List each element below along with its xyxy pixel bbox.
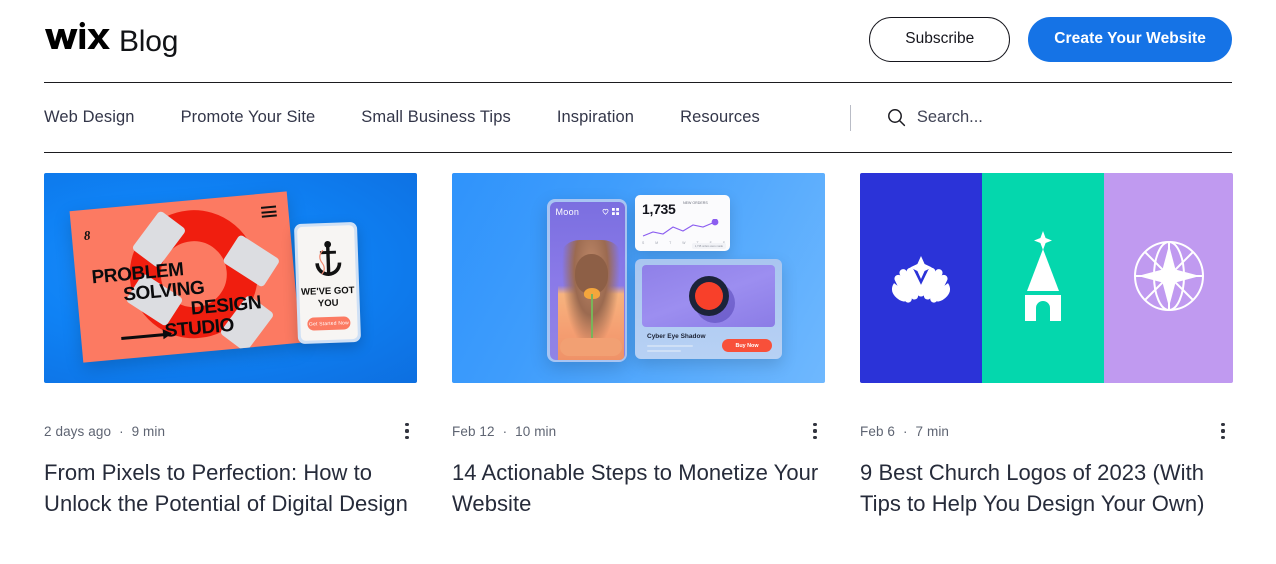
post-title[interactable]: 14 Actionable Steps to Monetize Your Web… bbox=[452, 457, 825, 519]
post-grid: 8 PROBLEM SOLVING DESIGN STUDIO WE'VE GO… bbox=[44, 173, 1233, 519]
more-options-icon[interactable] bbox=[805, 421, 825, 441]
nav-divider-bottom bbox=[44, 152, 1232, 153]
more-options-icon[interactable] bbox=[1213, 421, 1233, 441]
logo-panel-blue bbox=[860, 173, 982, 383]
post-read-time: 10 min bbox=[515, 423, 557, 439]
post-card: Feb 6 · 7 min 9 Best Church Logos of 202… bbox=[860, 173, 1233, 519]
buy-now-button: Buy Now bbox=[722, 339, 772, 352]
nav-item-web-design[interactable]: Web Design bbox=[44, 108, 135, 127]
anchor-icon bbox=[309, 235, 347, 285]
post-date: Feb 12 bbox=[452, 423, 495, 439]
product-card: Cyber Eye Shadow Buy Now bbox=[635, 259, 782, 359]
post-meta-left: Feb 12 · 10 min bbox=[452, 424, 556, 439]
brand-title: Blog bbox=[119, 25, 179, 58]
logo-panel-teal bbox=[982, 173, 1104, 383]
blog-page: Blog Subscribe Create Your Website Web D… bbox=[0, 0, 1276, 564]
header-actions: Subscribe Create Your Website bbox=[869, 16, 1232, 62]
brand-logo-group[interactable]: Blog bbox=[44, 21, 178, 57]
post-cover-image[interactable]: 8 PROBLEM SOLVING DESIGN STUDIO WE'VE GO… bbox=[44, 173, 417, 383]
post-card: Moon 1,735 NEW ORDERS S M T W 1,735 orde… bbox=[452, 173, 825, 519]
praying-hands-icon bbox=[885, 240, 957, 317]
meta-separator: · bbox=[903, 423, 908, 439]
post-read-time: 7 min bbox=[915, 423, 950, 439]
nav-item-resources[interactable]: Resources bbox=[680, 108, 760, 127]
grid-icon bbox=[611, 208, 619, 215]
orders-stat-card: 1,735 NEW ORDERS SMTWTFS 1,735 orders we… bbox=[635, 195, 730, 251]
wix-logo-icon bbox=[44, 21, 110, 51]
site-header: Blog Subscribe Create Your Website bbox=[44, 0, 1232, 78]
post-meta: Feb 12 · 10 min bbox=[452, 421, 825, 441]
nav-item-small-business-tips[interactable]: Small Business Tips bbox=[361, 108, 511, 127]
post-meta: Feb 6 · 7 min bbox=[860, 421, 1233, 441]
product-placeholder-line bbox=[647, 345, 693, 347]
meta-separator: · bbox=[119, 423, 124, 439]
compass-star-icon bbox=[1128, 235, 1210, 322]
church-steeple-icon bbox=[1007, 229, 1079, 328]
phone-mockup: Moon bbox=[547, 199, 627, 362]
category-nav: Web Design Promote Your Site Small Busin… bbox=[44, 83, 1232, 152]
orders-sparkline-chart bbox=[641, 218, 724, 239]
orders-count: 1,735 bbox=[642, 201, 676, 217]
post-cover-image[interactable]: Moon 1,735 NEW ORDERS S M T W 1,735 orde… bbox=[452, 173, 825, 383]
phone-cta-button: Get Started Now bbox=[307, 316, 351, 331]
post-date: 2 days ago bbox=[44, 423, 112, 439]
post-date: Feb 6 bbox=[860, 423, 896, 439]
logo-panel-purple bbox=[1104, 173, 1233, 383]
post-cover-image[interactable] bbox=[860, 173, 1233, 383]
meta-separator: · bbox=[502, 423, 508, 439]
phone-brand-label: Moon bbox=[555, 206, 580, 217]
phone-header-icons bbox=[602, 208, 619, 215]
post-meta-left: 2 days ago · 9 min bbox=[44, 424, 165, 439]
post-meta: 2 days ago · 9 min bbox=[44, 421, 417, 441]
product-name: Cyber Eye Shadow bbox=[647, 333, 706, 340]
poster-illustration: 8 PROBLEM SOLVING DESIGN STUDIO bbox=[69, 191, 301, 363]
subscribe-button[interactable]: Subscribe bbox=[869, 16, 1011, 62]
model-photo bbox=[557, 239, 624, 360]
product-placeholder-line bbox=[647, 350, 681, 352]
phone-headline: WE'VE GOT YOU bbox=[300, 285, 355, 309]
post-read-time: 9 min bbox=[131, 423, 166, 439]
chart-tooltip: 1,735 orders were made bbox=[691, 243, 726, 249]
red-button-object bbox=[688, 276, 729, 316]
product-image bbox=[642, 265, 775, 327]
heart-icon bbox=[602, 208, 608, 215]
create-your-website-button[interactable]: Create Your Website bbox=[1028, 16, 1232, 62]
nav-item-inspiration[interactable]: Inspiration bbox=[557, 108, 634, 127]
search-label: Search... bbox=[916, 108, 983, 126]
search-icon bbox=[887, 108, 906, 127]
post-title[interactable]: 9 Best Church Logos of 2023 (With Tips t… bbox=[860, 457, 1233, 519]
post-card: 8 PROBLEM SOLVING DESIGN STUDIO WE'VE GO… bbox=[44, 173, 417, 519]
orders-label: NEW ORDERS bbox=[683, 201, 708, 205]
search-button[interactable]: Search... bbox=[887, 108, 983, 127]
nav-divider bbox=[849, 104, 851, 131]
post-title[interactable]: From Pixels to Perfection: How to Unlock… bbox=[44, 457, 417, 519]
post-meta-left: Feb 6 · 7 min bbox=[860, 424, 949, 439]
more-options-icon[interactable] bbox=[397, 421, 417, 441]
nav-item-promote-your-site[interactable]: Promote Your Site bbox=[181, 108, 316, 127]
phone-mockup: WE'VE GOT YOU Get Started Now bbox=[293, 221, 362, 345]
